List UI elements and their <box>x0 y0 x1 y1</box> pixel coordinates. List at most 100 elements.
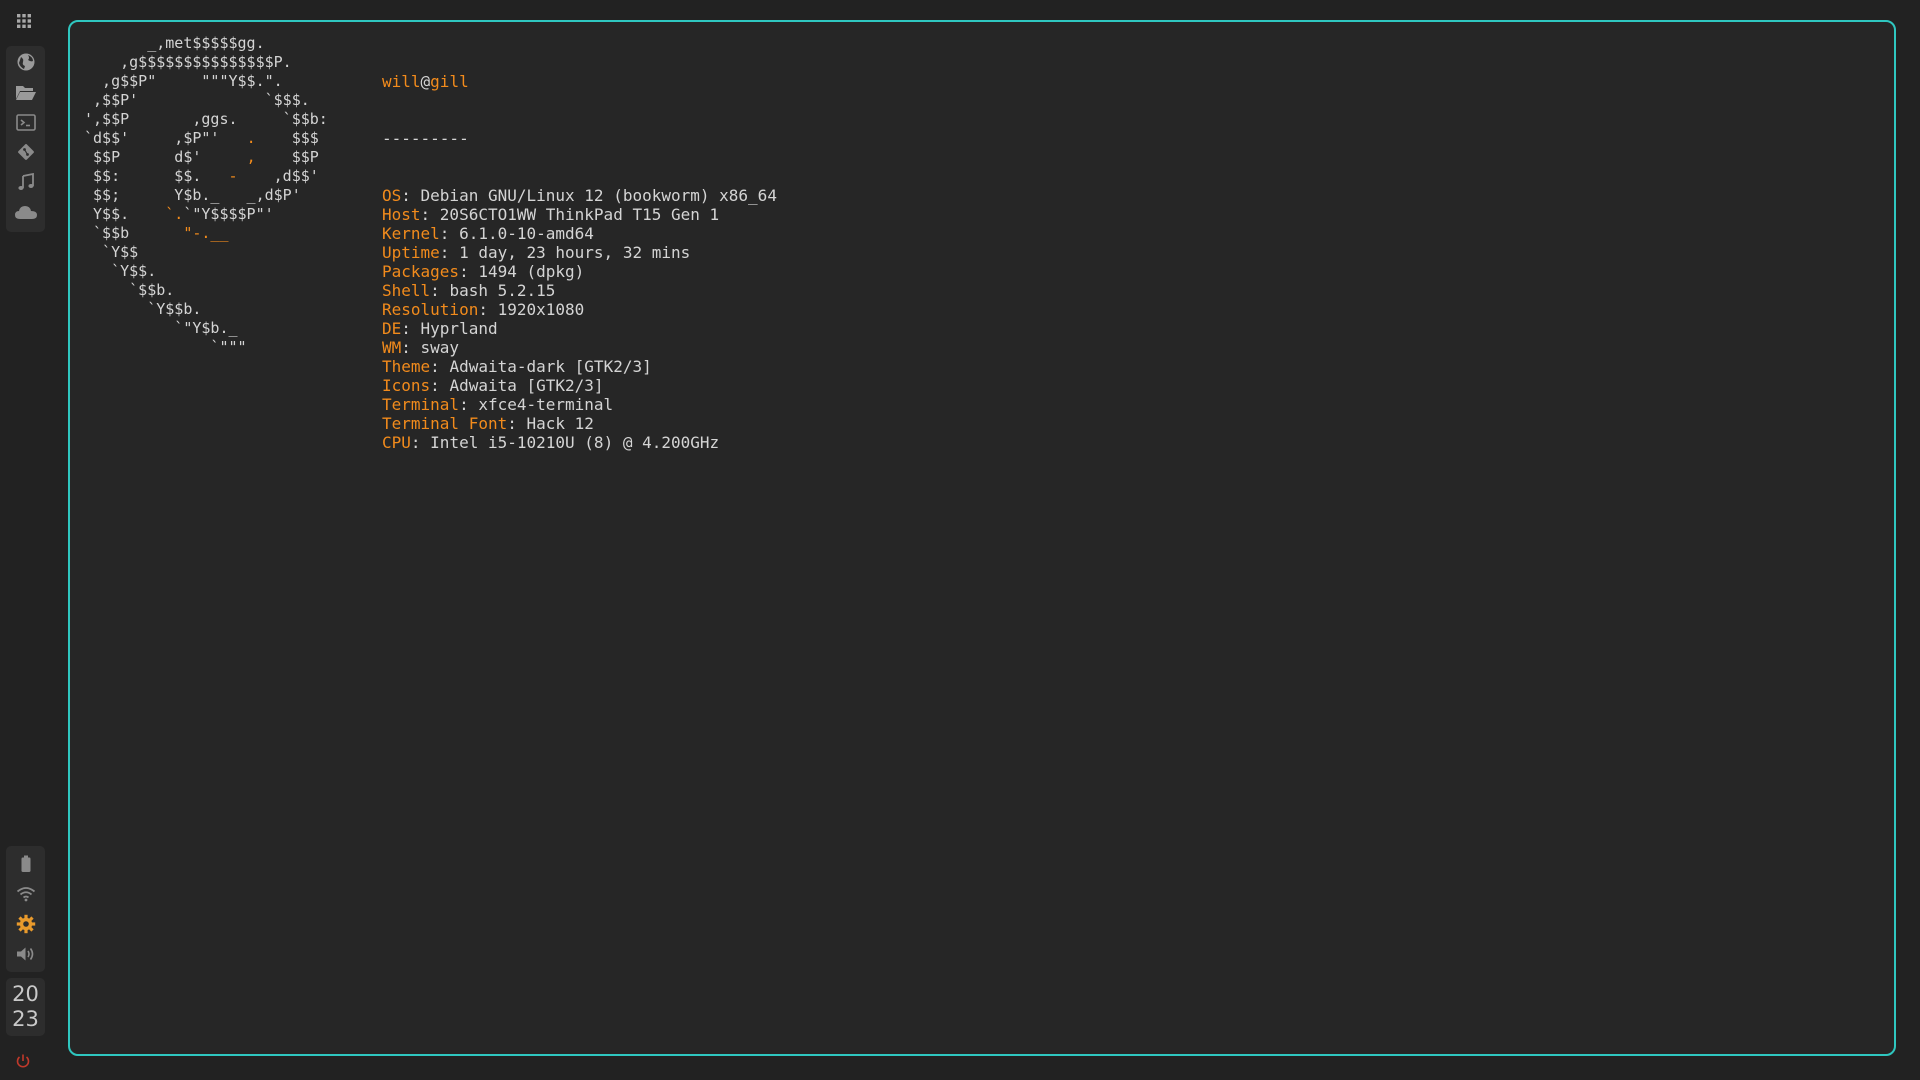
power-button[interactable] <box>12 1050 34 1072</box>
system-info: will@gill --------- OS: Debian GNU/Linux… <box>382 34 777 490</box>
app-launcher-button[interactable] <box>6 6 41 36</box>
logo-line: `Y$$. <box>84 262 157 280</box>
info-key: Resolution <box>382 300 479 319</box>
info-key: OS <box>382 186 402 205</box>
info-value: xfce4-terminal <box>478 395 614 414</box>
info-value: 1 day, 23 hours, 32 mins <box>459 243 691 262</box>
system-tray <box>6 846 45 972</box>
dock-item-cloud[interactable] <box>6 200 45 224</box>
info-colon: : <box>459 395 479 414</box>
info-value: bash 5.2.15 <box>449 281 556 300</box>
info-colon: : <box>507 414 527 433</box>
info-value: Adwaita-dark [GTK2/3] <box>449 357 652 376</box>
info-row-resolution: Resolution: 1920x1080 <box>382 300 777 319</box>
info-key: Terminal Font <box>382 414 508 433</box>
logo-line: `"Y$b._ <box>84 319 238 337</box>
info-row-terminal-font: Terminal Font: Hack 12 <box>382 414 777 433</box>
info-value: Debian GNU/Linux 12 (bookworm) x86_64 <box>420 186 777 205</box>
info-colon: : <box>410 433 431 452</box>
info-value: Adwaita [GTK2/3] <box>449 376 604 395</box>
info-row-icons: Icons: Adwaita [GTK2/3] <box>382 376 777 395</box>
terminal-window[interactable]: _,met$$$$$gg. ,g$$$$$$$$$$$$$$$P. ,g$$P"… <box>68 20 1896 1056</box>
battery-icon <box>21 855 30 872</box>
logo-line: ,g$$P" """Y$$.". <box>84 72 283 90</box>
dock-item-browser[interactable] <box>6 50 45 74</box>
info-row-uptime: Uptime: 1 day, 23 hours, 32 mins <box>382 243 777 262</box>
logo-line: `$$b "-.__ <box>84 224 229 242</box>
logo-line: Y$$. `.`"Y$$$$P"' <box>84 205 274 223</box>
distro-logo: _,met$$$$$gg. ,g$$$$$$$$$$$$$$$P. ,g$$P"… <box>84 34 328 357</box>
info-row-kernel: Kernel: 6.1.0-10-amd64 <box>382 224 777 243</box>
logo-line: ',$$P ,ggs. `$$b: <box>84 110 328 128</box>
info-value: 6.1.0-10-amd64 <box>459 224 594 243</box>
info-colon: : <box>401 338 421 357</box>
tray-battery[interactable] <box>6 852 45 876</box>
info-row-os: OS: Debian GNU/Linux 12 (bookworm) x86_6… <box>382 186 777 205</box>
dock-item-music[interactable] <box>6 170 45 194</box>
music-note-icon <box>17 173 34 190</box>
info-colon: : <box>459 262 479 281</box>
logo-line: `Y$$b. <box>84 300 202 318</box>
info-row-theme: Theme: Adwaita-dark [GTK2/3] <box>382 357 777 376</box>
info-row-cpu: CPU: Intel i5-10210U (8) @ 4.200GHz <box>382 433 777 452</box>
logo-line: _,met$$$$$gg. <box>84 34 265 52</box>
info-key: Terminal <box>382 395 460 414</box>
info-colon: : <box>478 300 498 319</box>
dock-item-git[interactable] <box>6 140 45 164</box>
terminal-icon <box>15 113 36 131</box>
dock-item-files[interactable] <box>6 80 45 104</box>
info-key: CPU <box>382 433 411 452</box>
info-key: Uptime <box>382 243 440 262</box>
clock-hours: 20 <box>12 982 39 1006</box>
app-grid-icon <box>16 14 31 28</box>
info-value: Intel i5-10210U (8) @ 4.200GHz <box>430 433 720 452</box>
info-row-shell: Shell: bash 5.2.15 <box>382 281 777 300</box>
logo-line: $$; Y$b._ _,d$P' <box>84 186 301 204</box>
info-row-terminal: Terminal: xfce4-terminal <box>382 395 777 414</box>
logo-line: ,g$$$$$$$$$$$$$$$P. <box>84 53 292 71</box>
info-colon: : <box>430 281 450 300</box>
info-colon: : <box>439 224 460 243</box>
tray-wifi[interactable] <box>6 882 45 906</box>
folder-open-icon <box>15 86 36 100</box>
user-host-line: will@gill <box>382 72 777 91</box>
logo-line: `Y$$ <box>84 243 139 261</box>
info-value: Hack 12 <box>526 414 594 433</box>
gear-icon <box>16 914 35 934</box>
tray-volume[interactable] <box>6 942 45 966</box>
app-dock <box>6 46 45 232</box>
info-colon: : <box>401 186 421 205</box>
logo-line: ,$$P' `$$$. <box>84 91 310 109</box>
separator-line: --------- <box>382 129 469 148</box>
volume-icon <box>16 947 33 961</box>
username: will <box>382 72 421 91</box>
logo-line: $$P d$' , $$P <box>84 148 319 166</box>
dock-item-terminal[interactable] <box>6 110 45 134</box>
hostname: gill <box>430 72 469 91</box>
side-bar: 20 23 <box>0 0 47 1080</box>
info-value: 20S6CTO1WW ThinkPad T15 Gen 1 <box>439 205 720 224</box>
clock[interactable]: 20 23 <box>6 978 45 1036</box>
info-key: Packages <box>382 262 460 281</box>
info-colon: : <box>439 243 460 262</box>
logo-line: $$: $$. - ,d$$' <box>84 167 319 185</box>
clock-minutes: 23 <box>12 1007 39 1031</box>
info-key: Icons <box>382 376 431 395</box>
info-value: sway <box>420 338 460 357</box>
info-key: Theme <box>382 357 431 376</box>
power-icon <box>16 1054 30 1068</box>
tray-settings[interactable] <box>6 912 45 936</box>
info-row-wm: WM: sway <box>382 338 777 357</box>
info-value: 1920x1080 <box>497 300 585 319</box>
cloud-icon <box>14 206 37 219</box>
info-row-packages: Packages: 1494 (dpkg) <box>382 262 777 281</box>
logo-line: `""" <box>84 338 247 356</box>
at-sign: @ <box>420 72 431 91</box>
info-key: DE <box>382 319 402 338</box>
info-row-de: DE: Hyprland <box>382 319 777 338</box>
git-icon <box>17 144 34 160</box>
info-colon: : <box>430 376 450 395</box>
info-row-host: Host: 20S6CTO1WW ThinkPad T15 Gen 1 <box>382 205 777 224</box>
info-key: Host <box>382 205 421 224</box>
info-colon: : <box>401 319 421 338</box>
